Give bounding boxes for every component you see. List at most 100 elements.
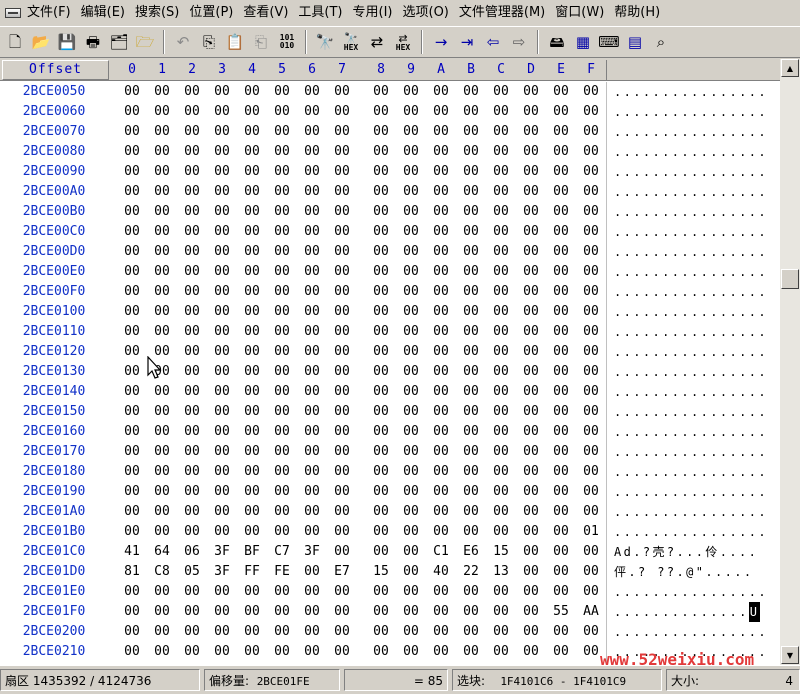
hex-byte[interactable]: 00 (576, 222, 606, 242)
menu-item[interactable]: 查看(V) (241, 0, 296, 26)
table-row[interactable]: 2BCE00D0 00 00 00 00 00 00 00 00 00 00 00 00 00 00 00 00… (0, 242, 780, 262)
hex-byte[interactable]: 00 (237, 282, 267, 302)
hex-byte[interactable]: 00 (207, 342, 237, 362)
hex-byte[interactable]: 00 (117, 282, 147, 302)
hex-byte[interactable]: 00 (546, 102, 576, 122)
hex-byte[interactable]: 00 (396, 162, 426, 182)
hex-byte[interactable]: 00 (366, 442, 396, 462)
hex-byte[interactable]: 00 (117, 502, 147, 522)
hex-byte[interactable]: 00 (576, 342, 606, 362)
hex-byte[interactable]: 00 (297, 122, 327, 142)
hex-byte[interactable]: 00 (297, 602, 327, 622)
hex-byte[interactable]: 00 (396, 262, 426, 282)
hex-byte[interactable]: 00 (576, 182, 606, 202)
hex-byte[interactable]: FE (267, 562, 297, 582)
hex-byte[interactable]: 00 (486, 202, 516, 222)
hex-byte[interactable]: 00 (366, 282, 396, 302)
hex-byte[interactable]: 00 (177, 222, 207, 242)
hex-byte[interactable]: 00 (486, 622, 516, 642)
hex-byte[interactable]: 00 (366, 302, 396, 322)
hex-byte[interactable]: 00 (117, 602, 147, 622)
ascii-text[interactable]: ................ (614, 382, 780, 402)
hex-byte[interactable]: 00 (177, 302, 207, 322)
hex-byte[interactable]: 00 (456, 622, 486, 642)
hex-byte[interactable]: 00 (546, 462, 576, 482)
hex-byte[interactable]: 00 (177, 142, 207, 162)
hex-byte[interactable]: 00 (576, 442, 606, 462)
hex-byte[interactable]: 00 (366, 122, 396, 142)
hex-byte[interactable]: 15 (486, 542, 516, 562)
hex-byte[interactable]: 00 (366, 622, 396, 642)
hex-byte[interactable]: 00 (177, 322, 207, 342)
hex-byte[interactable]: 00 (327, 382, 357, 402)
hex-byte[interactable]: 00 (546, 322, 576, 342)
hex-byte[interactable]: AA (576, 602, 606, 622)
hex-byte[interactable]: 00 (177, 622, 207, 642)
hex-byte[interactable]: 00 (237, 342, 267, 362)
hex-byte[interactable]: 00 (486, 282, 516, 302)
ascii-text[interactable]: ................ (614, 162, 780, 182)
save-icon[interactable]: 💾 (54, 29, 80, 55)
hex-byte[interactable]: 00 (456, 422, 486, 442)
hex-byte[interactable]: E6 (456, 542, 486, 562)
hex-byte[interactable]: 00 (546, 622, 576, 642)
table-row[interactable]: 2BCE01E0 00 00 00 00 00 00 00 00 00 00 00 00 00 00 00 00… (0, 582, 780, 602)
hex-byte[interactable]: 00 (327, 362, 357, 382)
hex-byte[interactable]: 00 (516, 262, 546, 282)
scroll-up-icon[interactable]: ▲ (781, 59, 799, 77)
hex-byte[interactable]: 00 (267, 642, 297, 662)
hex-byte[interactable]: 00 (516, 122, 546, 142)
hex-byte[interactable]: 00 (396, 462, 426, 482)
hex-byte[interactable]: 00 (237, 482, 267, 502)
hex-byte[interactable]: 00 (426, 462, 456, 482)
hex-byte[interactable]: 00 (396, 562, 426, 582)
hex-byte[interactable]: 00 (207, 262, 237, 282)
scroll-down-icon[interactable]: ▼ (781, 646, 799, 664)
hex-byte[interactable]: 00 (396, 542, 426, 562)
hex-byte[interactable]: 00 (516, 422, 546, 442)
hex-byte[interactable]: 00 (327, 122, 357, 142)
hex-byte[interactable]: 00 (456, 242, 486, 262)
ascii-text[interactable]: ................ (614, 322, 780, 342)
back-icon[interactable]: ⇦ (480, 29, 506, 55)
hex-byte[interactable]: 00 (486, 602, 516, 622)
hex-byte[interactable]: 00 (267, 202, 297, 222)
table-row[interactable]: 2BCE00A0 00 00 00 00 00 00 00 00 00 00 00 00 00 00 00 00… (0, 182, 780, 202)
hex-byte[interactable]: 00 (147, 582, 177, 602)
hex-byte[interactable]: 00 (237, 642, 267, 662)
hex-byte[interactable]: 00 (117, 442, 147, 462)
hex-byte[interactable]: 00 (396, 242, 426, 262)
hex-byte[interactable]: 00 (237, 82, 267, 102)
hex-byte[interactable]: 00 (177, 382, 207, 402)
hex-byte[interactable]: 00 (327, 442, 357, 462)
hex-byte[interactable]: 00 (237, 442, 267, 462)
hex-byte[interactable]: 00 (267, 582, 297, 602)
table-row[interactable]: 2BCE0200 00 00 00 00 00 00 00 00 00 00 00 00 00 00 00 00… (0, 622, 780, 642)
hex-byte[interactable]: 00 (327, 342, 357, 362)
hex-byte[interactable]: 00 (516, 242, 546, 262)
hex-byte[interactable]: 00 (237, 582, 267, 602)
hex-byte[interactable]: 00 (516, 522, 546, 542)
hex-byte[interactable]: 00 (207, 582, 237, 602)
hex-byte[interactable]: 00 (117, 82, 147, 102)
hex-byte[interactable]: 00 (516, 562, 546, 582)
hex-byte[interactable]: 3F (207, 542, 237, 562)
copy-icon[interactable]: ⎘ (196, 29, 222, 55)
hex-byte[interactable]: 00 (486, 162, 516, 182)
hex-byte[interactable]: 00 (366, 542, 396, 562)
hex-byte[interactable]: 00 (576, 542, 606, 562)
hex-byte[interactable]: 00 (456, 522, 486, 542)
hex-byte[interactable]: 00 (546, 182, 576, 202)
hex-byte[interactable]: 00 (327, 262, 357, 282)
hex-byte[interactable]: 00 (576, 562, 606, 582)
menu-item[interactable]: 窗口(W) (553, 0, 612, 26)
hex-byte[interactable]: 00 (177, 262, 207, 282)
ascii-text[interactable]: ................ (614, 282, 780, 302)
table-row[interactable]: 2BCE01D0 81 C8 05 3F FF FE 00 E7 15 00 40 22 13 00 00 00… (0, 562, 780, 582)
hex-byte[interactable]: 00 (237, 362, 267, 382)
hex-byte[interactable]: 00 (177, 582, 207, 602)
hex-byte[interactable]: 00 (177, 602, 207, 622)
hex-byte[interactable]: 00 (207, 622, 237, 642)
hex-byte[interactable]: 00 (486, 242, 516, 262)
hex-byte[interactable]: FF (237, 562, 267, 582)
